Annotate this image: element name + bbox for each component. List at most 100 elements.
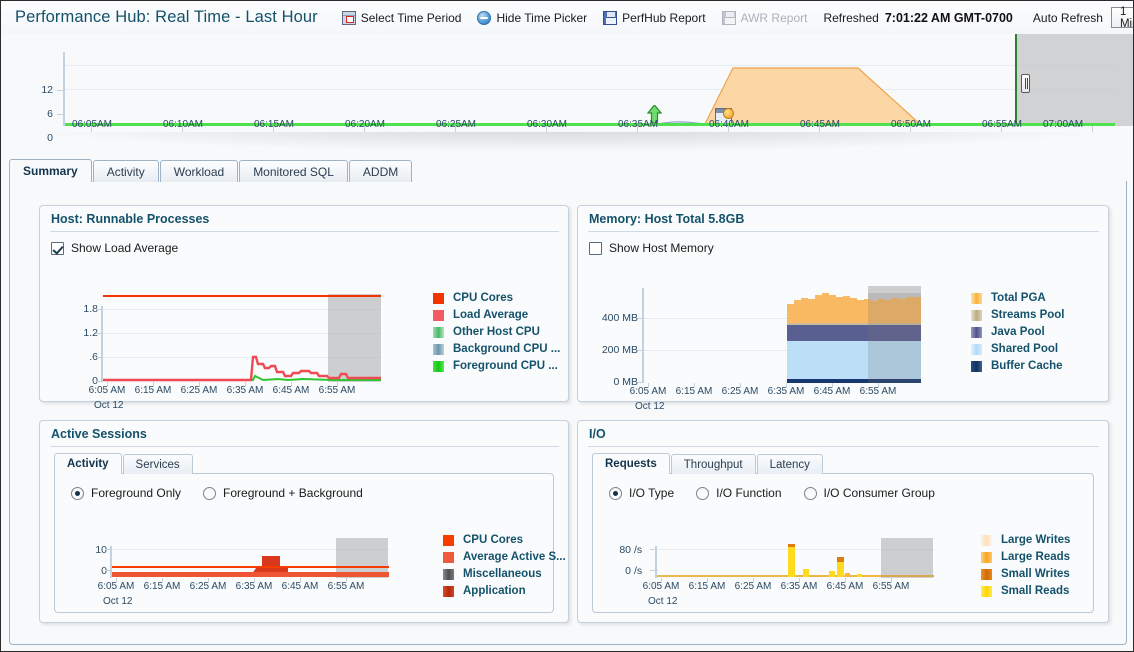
host-ytick	[96, 357, 103, 358]
io-breakdown-radio-group: I/O Type I/O Function I/O Consumer Group	[593, 474, 1093, 500]
tp-xlabel: 06:10AM	[150, 119, 216, 130]
radio-io-consumer-group[interactable]: I/O Consumer Group	[804, 486, 935, 500]
host-xlabel: 6:25 AM	[174, 385, 224, 396]
subtab-latency[interactable]: Latency	[757, 454, 823, 474]
radio-io-consumer-group-input[interactable]	[804, 487, 817, 500]
host-chart: 1.8 1.2 .6 0	[40, 266, 570, 396]
radio-io-type-input[interactable]	[609, 487, 622, 500]
legend-label: Shared Pool	[991, 343, 1058, 355]
legend-label: Average Active S...	[463, 551, 566, 563]
io-ylabel-0: 0	[593, 565, 631, 577]
legend-item: Other Host CPU	[433, 326, 560, 338]
refreshed-timestamp: 7:01:22 AM GMT-0700	[885, 11, 1013, 25]
tab-workload[interactable]: Workload	[160, 160, 238, 182]
time-picker-y-label-6: 6	[25, 108, 53, 120]
legend-swatch-cpu-cores	[443, 535, 454, 546]
auto-refresh-interval-select[interactable]: 1 Minute	[1111, 7, 1134, 28]
legend-item: Small Reads	[981, 585, 1070, 597]
memory-ylabel-400: 400 MB	[578, 312, 638, 324]
io-xaxis-date: Oct 12	[648, 596, 677, 607]
legend-label: Buffer Cache	[991, 360, 1063, 372]
tp-xlabel: 06:25AM	[423, 119, 489, 130]
show-load-average-checkbox[interactable]	[51, 242, 64, 255]
host-xaxis-date: Oct 12	[94, 400, 123, 411]
perfhub-report-label: PerfHub Report	[622, 12, 705, 24]
radio-io-function-input[interactable]	[696, 487, 709, 500]
memory-xlabel: 6:05 AM	[623, 386, 673, 397]
legend-swatch-large-reads	[981, 552, 992, 563]
time-picker-selection-window[interactable]	[1015, 34, 1134, 126]
as-xlabel: 6:05 AM	[91, 581, 141, 592]
legend-item: Average Active S...	[443, 551, 566, 563]
memory-ytick	[637, 350, 644, 351]
awr-report-button: AWR Report	[722, 11, 808, 25]
auto-refresh-interval-value: 1 Minute	[1120, 6, 1134, 30]
legend-swatch-large-writes	[981, 535, 992, 546]
radio-foreground-only-label: Foreground Only	[91, 486, 181, 500]
io-series-svg	[657, 538, 934, 578]
memory-panel: Memory: Host Total 5.8GB Show Host Memor…	[577, 205, 1109, 402]
legend-label: Streams Pool	[991, 309, 1065, 321]
subtab-throughput[interactable]: Throughput	[671, 454, 756, 474]
active-sessions-panel: Active Sessions Activity Services Foregr…	[39, 420, 569, 623]
legend-item: Load Average	[433, 309, 560, 321]
legend-item: Background CPU ...	[433, 343, 560, 355]
tab-summary[interactable]: Summary	[9, 159, 92, 182]
legend-swatch-small-writes	[981, 569, 992, 580]
memory-series-svg	[644, 286, 921, 383]
legend-label: Small Reads	[1001, 585, 1069, 597]
awr-report-label: AWR Report	[741, 12, 808, 24]
time-picker-chart[interactable]: 12 6 0	[1, 34, 1134, 152]
legend-swatch-small-reads	[981, 586, 992, 597]
radio-io-function[interactable]: I/O Function	[696, 486, 781, 500]
legend-label: Application	[463, 585, 526, 597]
tab-activity[interactable]: Activity	[93, 160, 159, 182]
io-xlabel: 6:45 AM	[820, 581, 870, 592]
radio-foreground-background-input[interactable]	[203, 487, 216, 500]
radio-foreground-only-input[interactable]	[71, 487, 84, 500]
legend-item: Large Reads	[981, 551, 1070, 563]
tab-addm[interactable]: ADDM	[349, 160, 412, 182]
time-picker-shadow	[9, 132, 1127, 152]
subtab-activity[interactable]: Activity	[54, 453, 122, 474]
subtab-requests[interactable]: Requests	[592, 453, 670, 474]
perfhub-report-button[interactable]: PerfHub Report	[603, 11, 705, 25]
hide-time-picker-button[interactable]: Hide Time Picker	[477, 11, 587, 25]
radio-foreground-only[interactable]: Foreground Only	[71, 486, 181, 500]
as-xlabel: 6:55 AM	[321, 581, 371, 592]
radio-io-type[interactable]: I/O Type	[609, 486, 674, 500]
as-xlabel: 6:35 AM	[229, 581, 279, 592]
time-picker-activity-area	[65, 50, 1115, 126]
tab-monitored-sql[interactable]: Monitored SQL	[239, 160, 348, 182]
io-panel-title: I/O	[578, 421, 1108, 446]
memory-xlabel: 6:45 AM	[807, 386, 857, 397]
legend-item: Shared Pool	[971, 343, 1065, 355]
as-series-svg	[112, 538, 389, 578]
tp-xlabel: 06:35AM	[605, 119, 671, 130]
time-picker-plot[interactable]	[65, 50, 1115, 126]
subtab-services[interactable]: Services	[123, 454, 193, 474]
show-host-memory-row[interactable]: Show Host Memory	[578, 232, 1108, 255]
radio-foreground-background[interactable]: Foreground + Background	[203, 486, 363, 500]
memory-plot-area	[644, 286, 921, 383]
legend-swatch-streams-pool	[971, 310, 982, 321]
save-disk-icon	[603, 11, 617, 25]
selection-left-handle[interactable]	[1021, 74, 1030, 93]
show-load-average-row[interactable]: Show Load Average	[40, 232, 568, 255]
host-legend: CPU Cores Load Average Other Host CPU Ba…	[433, 292, 560, 377]
host-xlabel: 6:35 AM	[220, 385, 270, 396]
legend-label: Miscellaneous	[463, 568, 542, 580]
legend-swatch-load-average	[433, 310, 444, 321]
as-plot-area	[112, 538, 389, 578]
io-yunit-80: /s	[634, 544, 654, 556]
host-xlabel: 6:55 AM	[312, 385, 362, 396]
legend-swatch-average-active-sessions	[443, 552, 454, 563]
host-ylabel-1.2: 1.2	[54, 327, 98, 339]
tp-xlabel: 06:40AM	[696, 119, 762, 130]
legend-label: Large Reads	[1001, 551, 1070, 563]
page-title: Performance Hub: Real Time - Last Hour	[9, 8, 318, 27]
host-runnable-processes-panel: Host: Runnable Processes Show Load Avera…	[39, 205, 569, 402]
host-ylabel-.6: .6	[54, 351, 98, 363]
show-host-memory-checkbox[interactable]	[589, 242, 602, 255]
select-time-period-button[interactable]: Select Time Period	[342, 11, 462, 25]
